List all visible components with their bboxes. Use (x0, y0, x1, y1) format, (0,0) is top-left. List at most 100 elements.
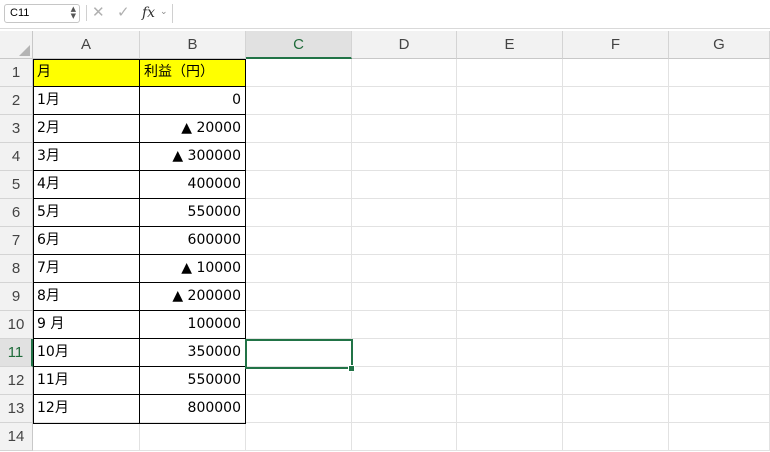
cell-e11[interactable] (457, 339, 563, 367)
cell-g3[interactable] (669, 115, 770, 143)
cell-e5[interactable] (457, 171, 563, 199)
cell-e3[interactable] (457, 115, 563, 143)
cell-c5[interactable] (246, 171, 352, 199)
cell-b2[interactable]: 0 (140, 87, 246, 115)
cell-d12[interactable] (352, 367, 457, 395)
cell-d9[interactable] (352, 283, 457, 311)
column-header-g[interactable]: G (669, 31, 770, 59)
cell-a7[interactable]: 6月 (33, 227, 140, 255)
chevron-down-icon[interactable]: ⌄ (160, 7, 168, 17)
cell-c2[interactable] (246, 87, 352, 115)
cell-g5[interactable] (669, 171, 770, 199)
cell-g1[interactable] (669, 59, 770, 87)
cell-b4[interactable]: ▲ 300000 (140, 143, 246, 171)
cell-e7[interactable] (457, 227, 563, 255)
cell-f12[interactable] (563, 367, 669, 395)
cell-e4[interactable] (457, 143, 563, 171)
cell-d14[interactable] (352, 423, 457, 451)
row-header-3[interactable]: 3 (0, 115, 33, 143)
active-cell-c11[interactable] (245, 339, 353, 369)
cell-c14[interactable] (246, 423, 352, 451)
cell-e8[interactable] (457, 255, 563, 283)
cell-b3[interactable]: ▲ 20000 (140, 115, 246, 143)
cell-g14[interactable] (669, 423, 770, 451)
cell-e14[interactable] (457, 423, 563, 451)
cell-a9[interactable]: 8月 (33, 283, 140, 311)
row-header-1[interactable]: 1 (0, 59, 33, 87)
cell-c9[interactable] (246, 283, 352, 311)
cell-b5[interactable]: 400000 (140, 171, 246, 199)
row-header-7[interactable]: 7 (0, 227, 33, 255)
cell-c1[interactable] (246, 59, 352, 87)
column-header-b[interactable]: B (140, 31, 246, 59)
cell-a14[interactable] (33, 423, 140, 451)
confirm-icon[interactable]: ✓ (117, 3, 130, 21)
column-header-a[interactable]: A (33, 31, 140, 59)
cell-e13[interactable] (457, 395, 563, 423)
cell-f7[interactable] (563, 227, 669, 255)
cell-c8[interactable] (246, 255, 352, 283)
cell-a11[interactable]: 10月 (33, 339, 140, 367)
cell-b7[interactable]: 600000 (140, 227, 246, 255)
cell-f1[interactable] (563, 59, 669, 87)
cell-g11[interactable] (669, 339, 770, 367)
row-header-13[interactable]: 13 (0, 395, 33, 423)
cancel-icon[interactable]: ✕ (92, 3, 105, 21)
cell-d6[interactable] (352, 199, 457, 227)
cell-e12[interactable] (457, 367, 563, 395)
cell-e1[interactable] (457, 59, 563, 87)
column-header-c[interactable]: C (246, 31, 352, 59)
cell-c3[interactable] (246, 115, 352, 143)
cell-e2[interactable] (457, 87, 563, 115)
cell-c12[interactable] (246, 367, 352, 395)
cell-e10[interactable] (457, 311, 563, 339)
cell-b8[interactable]: ▲ 10000 (140, 255, 246, 283)
row-header-11[interactable]: 11 (0, 339, 33, 367)
cell-g9[interactable] (669, 283, 770, 311)
cell-a6[interactable]: 5月 (33, 199, 140, 227)
cell-d8[interactable] (352, 255, 457, 283)
cell-a10[interactable]: 9 月 (33, 311, 140, 339)
cell-a12[interactable]: 11月 (33, 367, 140, 395)
cell-g8[interactable] (669, 255, 770, 283)
cell-f4[interactable] (563, 143, 669, 171)
cell-b13[interactable]: 800000 (140, 395, 246, 423)
cell-b14[interactable] (140, 423, 246, 451)
cell-f6[interactable] (563, 199, 669, 227)
cell-c10[interactable] (246, 311, 352, 339)
cell-f2[interactable] (563, 87, 669, 115)
row-header-8[interactable]: 8 (0, 255, 33, 283)
cell-e6[interactable] (457, 199, 563, 227)
cell-c4[interactable] (246, 143, 352, 171)
cell-d7[interactable] (352, 227, 457, 255)
cell-b11[interactable]: 350000 (140, 339, 246, 367)
cell-f13[interactable] (563, 395, 669, 423)
cell-a3[interactable]: 2月 (33, 115, 140, 143)
select-all-button[interactable] (0, 31, 33, 59)
cell-f9[interactable] (563, 283, 669, 311)
cell-d5[interactable] (352, 171, 457, 199)
cell-d2[interactable] (352, 87, 457, 115)
cell-f14[interactable] (563, 423, 669, 451)
cell-f3[interactable] (563, 115, 669, 143)
cell-f5[interactable] (563, 171, 669, 199)
cell-b9[interactable]: ▲ 200000 (140, 283, 246, 311)
column-header-d[interactable]: D (352, 31, 457, 59)
row-header-12[interactable]: 12 (0, 367, 33, 395)
cell-d4[interactable] (352, 143, 457, 171)
cell-b10[interactable]: 100000 (140, 311, 246, 339)
cell-c6[interactable] (246, 199, 352, 227)
cell-f10[interactable] (563, 311, 669, 339)
cell-g10[interactable] (669, 311, 770, 339)
column-header-f[interactable]: F (563, 31, 669, 59)
cell-f8[interactable] (563, 255, 669, 283)
fill-handle[interactable] (348, 365, 355, 372)
name-box-stepper-icon[interactable]: ▲ ▼ (71, 6, 76, 20)
cell-a5[interactable]: 4月 (33, 171, 140, 199)
name-box[interactable]: C11 ▲ ▼ (4, 4, 80, 23)
row-header-9[interactable]: 9 (0, 283, 33, 311)
cell-d11[interactable] (352, 339, 457, 367)
cell-d1[interactable] (352, 59, 457, 87)
cell-g12[interactable] (669, 367, 770, 395)
formula-input[interactable] (172, 4, 770, 23)
